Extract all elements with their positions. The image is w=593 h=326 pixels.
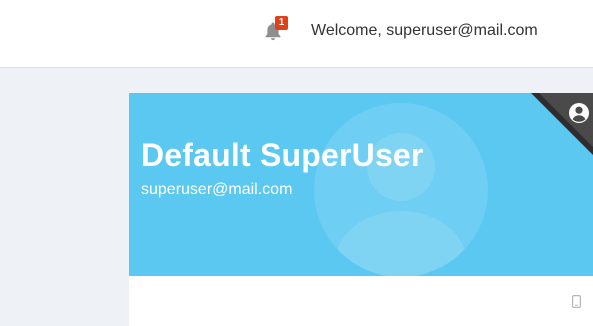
- profile-email: superuser@mail.com: [141, 181, 293, 198]
- main-content: Default SuperUser superuser@mail.com: [0, 68, 593, 326]
- mobile-phone-icon: [572, 295, 581, 308]
- user-avatar-icon: [314, 103, 488, 276]
- profile-card: Default SuperUser superuser@mail.com: [129, 93, 593, 326]
- notifications-button[interactable]: 1: [262, 16, 292, 44]
- user-circle-icon[interactable]: [568, 102, 590, 124]
- notification-count-badge: 1: [275, 16, 288, 30]
- welcome-message[interactable]: Welcome, superuser@mail.com: [311, 22, 538, 40]
- profile-name: Default SuperUser: [141, 137, 424, 173]
- profile-card-header: Default SuperUser superuser@mail.com: [129, 93, 593, 276]
- top-navbar: 1 Welcome, superuser@mail.com: [0, 0, 593, 68]
